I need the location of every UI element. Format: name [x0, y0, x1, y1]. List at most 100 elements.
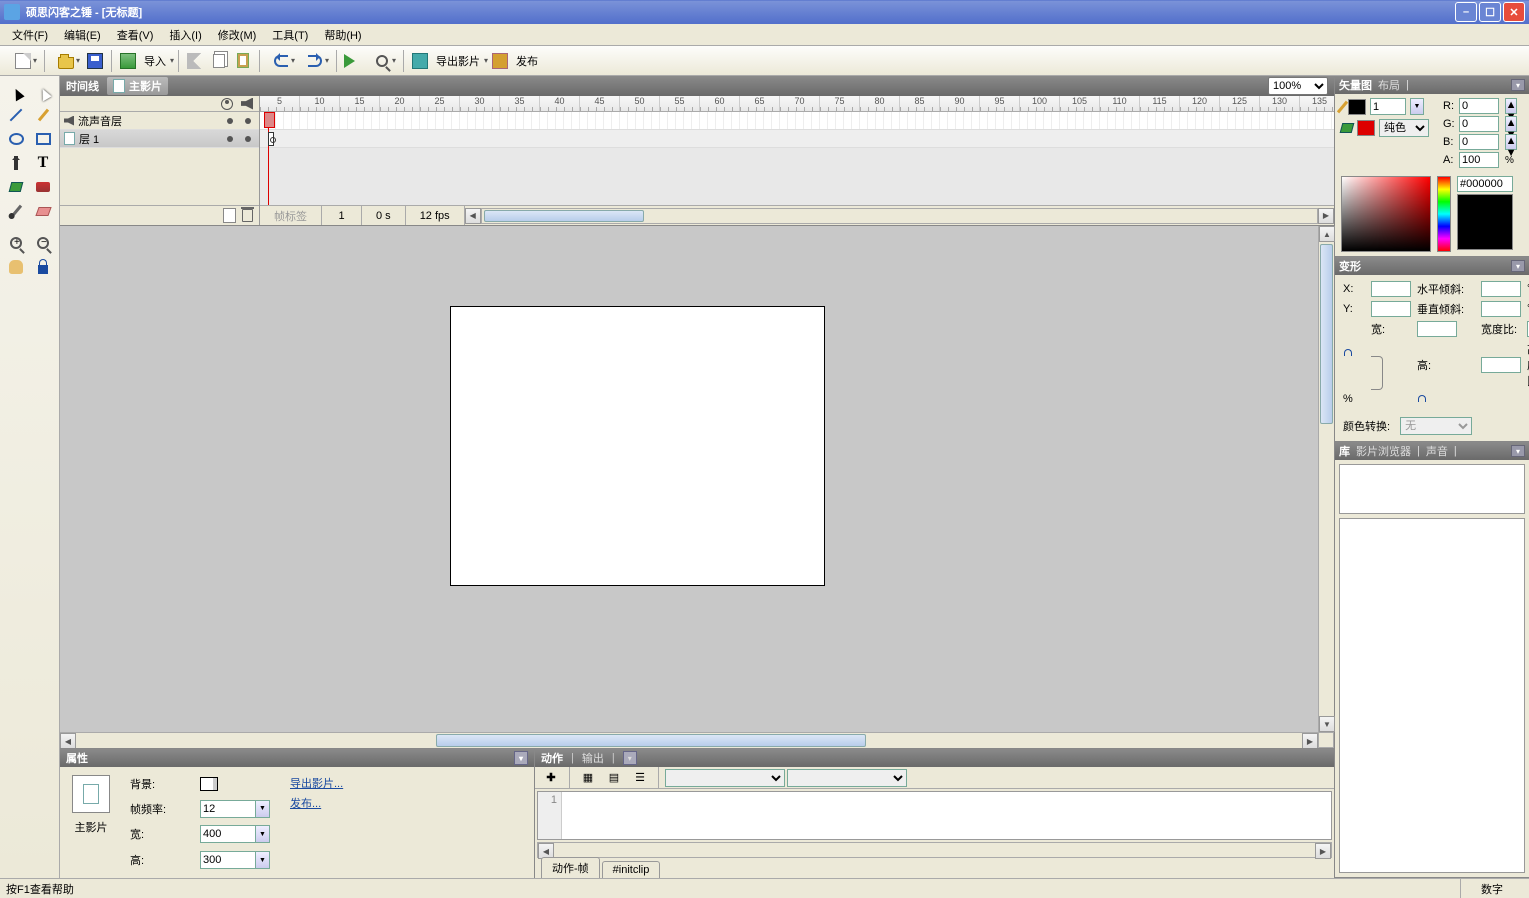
code-hscroll[interactable]: ◀▶ — [537, 842, 1332, 858]
timeline-hscroll[interactable] — [481, 208, 1318, 224]
layer-vis-dot[interactable] — [227, 136, 233, 142]
sound-icon[interactable] — [241, 98, 253, 110]
color-convert-select[interactable]: 无 — [1400, 417, 1472, 435]
x-input[interactable] — [1371, 281, 1411, 297]
properties-header[interactable]: 属性 ▾ — [60, 749, 534, 767]
b-spinner[interactable]: ▲▼ — [1505, 134, 1517, 150]
save-button[interactable] — [83, 49, 107, 73]
menu-help[interactable]: 帮助(H) — [316, 25, 369, 45]
tool-rect[interactable] — [31, 128, 56, 150]
y-input[interactable] — [1371, 301, 1411, 317]
action-btn-3[interactable]: ☰ — [628, 766, 652, 790]
menu-insert[interactable]: 插入(I) — [161, 25, 209, 45]
scroll-right[interactable]: ▶ — [1318, 208, 1334, 224]
menu-file[interactable]: 文件(F) — [4, 25, 56, 45]
panel-menu[interactable]: ▾ — [1511, 445, 1525, 457]
layer-lock-dot[interactable] — [245, 136, 251, 142]
g-input[interactable] — [1459, 116, 1499, 132]
zoom-select[interactable]: 100% — [1268, 77, 1328, 95]
add-action-button[interactable]: ✚ — [539, 766, 563, 790]
action-select-1[interactable] — [665, 769, 785, 787]
action-select-2[interactable] — [787, 769, 907, 787]
hue-slider[interactable] — [1437, 176, 1451, 252]
w-input[interactable] — [1417, 321, 1457, 337]
width-dd[interactable]: ▼ — [256, 825, 270, 843]
cut-button[interactable] — [183, 49, 207, 73]
code-area[interactable]: 1 — [537, 791, 1332, 840]
new-button[interactable] — [6, 49, 40, 73]
scene-tab[interactable]: 主影片 — [107, 77, 168, 95]
hex-input[interactable] — [1457, 176, 1513, 192]
maximize-button[interactable]: ☐ — [1479, 2, 1501, 22]
tool-bucket[interactable] — [4, 176, 29, 198]
scroll-left[interactable]: ◀ — [465, 208, 481, 224]
r-spinner[interactable]: ▲▼ — [1505, 98, 1517, 114]
library-list[interactable] — [1339, 518, 1525, 873]
minimize-button[interactable]: – — [1455, 2, 1477, 22]
height-dd[interactable]: ▼ — [256, 851, 270, 869]
import-button[interactable] — [116, 49, 140, 73]
color-picker[interactable] — [1341, 176, 1431, 252]
fill-swatch[interactable] — [1357, 120, 1375, 136]
tool-zoom-out[interactable] — [31, 232, 56, 254]
action-tab[interactable]: #initclip — [602, 861, 661, 878]
import-label[interactable]: 导入 — [140, 53, 170, 69]
tool-select[interactable] — [4, 80, 29, 102]
tool-zoom-in[interactable] — [4, 232, 29, 254]
h-input[interactable] — [1481, 357, 1521, 373]
framerate-input[interactable] — [200, 800, 256, 818]
code-editor[interactable] — [562, 792, 1331, 839]
tool-eyedropper[interactable] — [4, 200, 29, 222]
canvas-vscroll[interactable]: ▲▼ — [1318, 226, 1334, 732]
tool-lock[interactable] — [31, 256, 56, 278]
close-button[interactable]: ✕ — [1503, 2, 1525, 22]
playhead[interactable] — [268, 112, 269, 205]
b-input[interactable] — [1459, 134, 1499, 150]
collapse-button[interactable]: ▾ — [623, 751, 637, 765]
copy-button[interactable] — [207, 49, 231, 73]
canvas-hscroll[interactable]: ◀▶ — [60, 732, 1318, 748]
tool-pen[interactable] — [4, 152, 29, 174]
tool-line[interactable] — [4, 104, 29, 126]
tool-oval[interactable] — [4, 128, 29, 150]
timeline-ruler[interactable]: 5101520253035404550556065707580859095100… — [260, 96, 1334, 112]
action-btn-1[interactable]: ▦ — [576, 766, 600, 790]
library-header[interactable]: 库 影片浏览器| 声音| ▾ — [1335, 442, 1529, 460]
panel-menu[interactable]: ▾ — [1511, 79, 1525, 91]
tool-eraser[interactable] — [31, 200, 56, 222]
layer-lock-dot[interactable] — [245, 118, 251, 124]
visibility-icon[interactable] — [221, 98, 233, 110]
frame-rows[interactable] — [260, 112, 1334, 205]
menu-edit[interactable]: 编辑(E) — [56, 25, 109, 45]
stroke-width-dd[interactable]: ▼ — [1410, 98, 1424, 115]
play-button[interactable] — [341, 49, 365, 73]
undo-button[interactable] — [264, 49, 298, 73]
tool-text[interactable]: T — [31, 152, 56, 174]
export-movie-label[interactable]: 导出影片 — [432, 53, 484, 69]
a-input[interactable] — [1459, 152, 1499, 168]
stroke-swatch[interactable] — [1348, 99, 1366, 115]
menu-view[interactable]: 查看(V) — [109, 25, 162, 45]
delete-layer-button[interactable] — [242, 209, 253, 222]
publish-label[interactable]: 发布 — [512, 53, 542, 69]
menu-tools[interactable]: 工具(T) — [264, 25, 316, 45]
panel-menu[interactable]: ▾ — [1511, 260, 1525, 272]
stroke-width-input[interactable] — [1370, 98, 1406, 115]
tool-ink[interactable] — [31, 176, 56, 198]
menu-modify[interactable]: 修改(M) — [210, 25, 265, 45]
tool-pencil[interactable] — [31, 104, 56, 126]
open-button[interactable] — [49, 49, 83, 73]
publish-button[interactable] — [488, 49, 512, 73]
layer-row[interactable]: 层 1 — [60, 130, 259, 148]
r-input[interactable] — [1459, 98, 1499, 114]
redo-button[interactable] — [298, 49, 332, 73]
canvas-area[interactable] — [60, 226, 1318, 732]
tool-hand[interactable] — [4, 256, 29, 278]
tool-subselect[interactable] — [31, 80, 56, 102]
skew-h-input[interactable] — [1481, 281, 1521, 297]
export-link[interactable]: 导出影片... — [290, 775, 343, 791]
stage[interactable] — [450, 306, 825, 586]
layer-vis-dot[interactable] — [227, 118, 233, 124]
preview-button[interactable] — [365, 49, 399, 73]
bg-swatch[interactable] — [200, 777, 218, 791]
